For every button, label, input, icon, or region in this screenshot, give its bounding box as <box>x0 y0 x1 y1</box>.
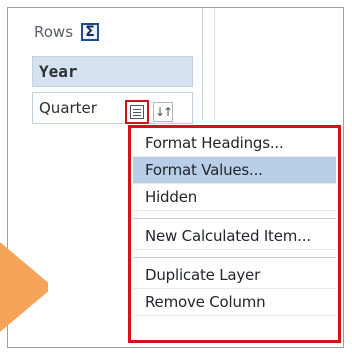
sort-button[interactable]: ↓↑ <box>153 102 173 122</box>
row-item-quarter-label: Quarter <box>39 99 97 117</box>
rows-label: Rows <box>34 23 74 41</box>
menu-item-new-calculated-item[interactable]: New Calculated Item... <box>133 223 336 250</box>
menu-item-format-values[interactable]: Format Values... <box>133 157 336 184</box>
menu-item-label: Duplicate Layer <box>145 266 261 284</box>
sigma-icon[interactable]: Σ <box>81 23 100 41</box>
sort-icon: ↓↑ <box>154 105 173 119</box>
menu-item-label: Format Headings... <box>145 134 284 152</box>
menu-list-icon <box>130 105 144 119</box>
sigma-glyph: Σ <box>85 24 95 40</box>
menu-item-hidden[interactable]: Hidden <box>133 184 336 211</box>
rows-header: Rows Σ <box>34 22 100 42</box>
layer-menu-button[interactable] <box>125 100 149 124</box>
menu-item-format-headings[interactable]: Format Headings... <box>133 130 336 157</box>
layer-context-menu: Format Headings... Format Values... Hidd… <box>128 125 341 343</box>
row-item-year-label: Year <box>39 62 78 81</box>
menu-separator <box>133 211 336 219</box>
menu-item-duplicate-layer[interactable]: Duplicate Layer <box>133 262 336 289</box>
menu-item-label: New Calculated Item... <box>145 227 311 245</box>
menu-separator <box>133 250 336 258</box>
menu-item-label: Remove Column <box>145 293 266 311</box>
column-divider-secondary <box>214 8 215 120</box>
row-item-year[interactable]: Year <box>32 56 193 87</box>
menu-item-remove-column[interactable]: Remove Column <box>133 289 336 316</box>
menu-item-label: Format Values... <box>145 161 263 179</box>
column-divider <box>202 8 203 120</box>
menu-item-label: Hidden <box>145 188 198 206</box>
